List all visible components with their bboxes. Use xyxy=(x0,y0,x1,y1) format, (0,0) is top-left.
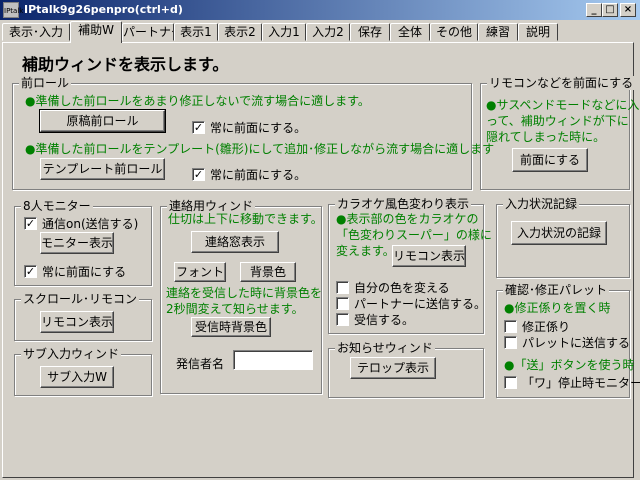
maximize-button[interactable]: □ xyxy=(602,3,618,17)
tab-practice[interactable]: 練習 xyxy=(478,23,518,41)
monitor-always-front-checkbox[interactable]: ✓ 常に前面にする xyxy=(24,263,126,280)
checkbox-label: 修正係り xyxy=(522,320,571,334)
checkbox-box[interactable] xyxy=(336,297,349,310)
tab-save[interactable]: 保存 xyxy=(350,23,390,41)
tab-help[interactable]: 説明 xyxy=(518,23,558,41)
checkbox-label: 通信on(送信する) xyxy=(42,217,139,231)
checkbox-label: パレットに送信する xyxy=(522,336,631,350)
checkbox-box[interactable]: ✓ xyxy=(24,265,37,278)
checkbox-box[interactable] xyxy=(504,320,517,333)
telop-show-button[interactable]: テロップ表示 xyxy=(350,357,436,379)
tab-display-input[interactable]: 表示･入力 xyxy=(2,23,70,41)
group-legend: サブ入力ウィンド xyxy=(21,347,122,361)
checkbox-label: 常に前面にする xyxy=(42,265,127,279)
group-legend: 前ロール xyxy=(19,76,72,90)
tab-global[interactable]: 全体 xyxy=(390,23,430,41)
checkbox-box[interactable]: ✓ xyxy=(192,168,205,181)
tab-other[interactable]: その他 xyxy=(430,23,478,41)
karaoke-note-line2: 「色変わりスーパー」の様に xyxy=(336,228,492,242)
send-to-partner-checkbox[interactable]: パートナーに送信する。 xyxy=(336,295,486,312)
karaoke-remote-show-button[interactable]: リモコン表示 xyxy=(392,245,466,267)
minimize-button[interactable]: _ xyxy=(586,3,602,17)
group-legend: お知らせウィンド xyxy=(335,341,435,355)
send-to-palette-checkbox[interactable]: パレットに送信する xyxy=(504,334,630,351)
title-bar[interactable]: IPtalk IPtalk9g26penpro(ctrl+d) _ □ × xyxy=(0,0,640,20)
tab-input1[interactable]: 入力1 xyxy=(262,23,306,41)
receive-checkbox[interactable]: 受信する。 xyxy=(336,311,414,328)
bring-to-front-button[interactable]: 前面にする xyxy=(512,148,588,172)
front-roll-always-front-checkbox[interactable]: ✓ 常に前面にする。 xyxy=(192,119,306,136)
checkbox-label: 受信する。 xyxy=(354,313,415,327)
comm-on-checkbox[interactable]: ✓ 通信on(送信する) xyxy=(24,215,138,232)
group-legend: 連絡用ウィンド xyxy=(167,199,256,213)
wa-stop-monitor-checkbox[interactable]: 「ワ」停止時モニター xyxy=(504,374,640,391)
tab-auxiliary[interactable]: 補助W xyxy=(70,21,122,43)
group-legend: 確認･修正パレット xyxy=(503,283,610,297)
tab-partner[interactable]: パートナー xyxy=(122,23,174,41)
manuscript-front-roll-button[interactable]: 原稿前ロール xyxy=(39,109,166,133)
group-legend: リモコンなどを前面にする xyxy=(487,76,636,90)
sender-name-label: 発信者名 xyxy=(176,357,225,371)
app-icon[interactable]: IPtalk xyxy=(3,2,23,18)
checkbox-label: 「ワ」停止時モニター xyxy=(522,376,640,390)
background-color-button[interactable]: 背景色 xyxy=(240,262,296,282)
checkbox-box[interactable] xyxy=(504,336,517,349)
template-front-roll-button[interactable]: テンプレート前ロール xyxy=(40,158,165,180)
sender-name-input[interactable] xyxy=(233,350,313,370)
template-always-front-checkbox[interactable]: ✓ 常に前面にする。 xyxy=(192,166,306,183)
checkbox-box[interactable] xyxy=(336,313,349,326)
palette-note-2: ●「送」ボタンを使う時 xyxy=(504,358,635,372)
font-button[interactable]: フォント xyxy=(174,262,226,282)
karaoke-note-line3: 変えます。 xyxy=(336,244,395,258)
corrector-checkbox[interactable]: 修正係り xyxy=(504,318,570,335)
checkbox-box[interactable] xyxy=(336,281,349,294)
remote-front-note-line2: って、補助ウィンドが下に xyxy=(486,114,629,128)
sub-input-window-button[interactable]: サブ入力W xyxy=(40,366,114,388)
group-legend: カラオケ風色変わり表示 xyxy=(335,197,472,211)
palette-note-1: ●修正係りを置く時 xyxy=(504,301,611,315)
change-own-color-checkbox[interactable]: 自分の色を変える xyxy=(336,279,450,296)
input-log-button[interactable]: 入力状況の記録 xyxy=(511,221,607,245)
front-roll-note-1: ●準備した前ロールをあまり修正しないで流す場合に適します。 xyxy=(25,94,370,108)
window-title: IPtalk9g26penpro(ctrl+d) xyxy=(24,3,183,16)
monitor-show-button[interactable]: モニター表示 xyxy=(40,232,114,254)
remote-front-note-line3: 隠れてしまった時に。 xyxy=(486,130,606,144)
tab-display2[interactable]: 表示2 xyxy=(218,23,262,41)
tab-display1[interactable]: 表示1 xyxy=(174,23,218,41)
group-legend: 入力状況記録 xyxy=(503,197,580,211)
receive-background-color-button[interactable]: 受信時背景色 xyxy=(191,317,271,337)
contact-note: 仕切は上下に移動できます。 xyxy=(168,212,323,226)
checkbox-label: パートナーに送信する。 xyxy=(354,297,487,311)
page-heading: 補助ウィンドを表示します。 xyxy=(22,55,229,74)
tab-input2[interactable]: 入力2 xyxy=(306,23,350,41)
front-roll-note-2: ●準備した前ロールをテンプレート(雛形)にして追加･修正しながら流す場合に適しま… xyxy=(25,142,495,156)
remote-show-button[interactable]: リモコン表示 xyxy=(40,311,114,333)
checkbox-box[interactable]: ✓ xyxy=(24,217,37,230)
checkbox-box[interactable]: ✓ xyxy=(192,121,205,134)
checkbox-box[interactable] xyxy=(504,376,517,389)
checkbox-label: 常に前面にする。 xyxy=(210,168,307,182)
close-button[interactable]: × xyxy=(620,3,636,17)
remote-front-note-line1: ●サスペンドモードなどに入 xyxy=(486,98,640,112)
group-legend: スクロール･リモコン xyxy=(21,292,140,306)
contact-note-2-line1: 連絡を受信した時に背景色を xyxy=(166,286,323,300)
checkbox-label: 自分の色を変える xyxy=(354,281,450,295)
karaoke-note-line1: ●表示部の色をカラオケの xyxy=(336,212,479,226)
contact-window-show-button[interactable]: 連絡窓表示 xyxy=(191,231,279,253)
tab-strip: 表示･入力 補助W パートナー 表示1 表示2 入力1 入力2 保存 全体 その… xyxy=(0,21,640,43)
contact-note-2-line2: 2秒間変えて知らせます。 xyxy=(166,302,304,316)
group-legend: 8人モニター xyxy=(21,199,93,213)
checkbox-label: 常に前面にする。 xyxy=(210,121,307,135)
